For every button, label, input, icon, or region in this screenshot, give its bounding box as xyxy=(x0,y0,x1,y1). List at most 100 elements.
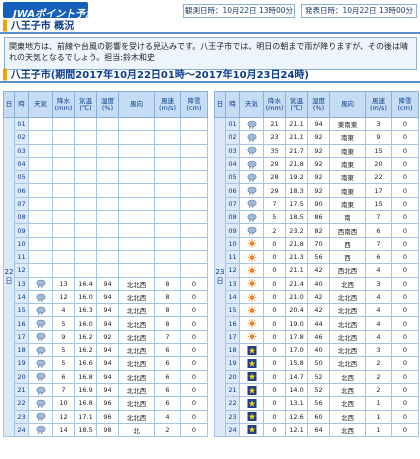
cell-temp: 21.1 xyxy=(285,116,308,132)
cell-wind-dir xyxy=(118,116,155,132)
header-hour: 時 xyxy=(225,91,240,118)
cell-humidity: 94 xyxy=(96,303,119,318)
table-row: 19 5 16.6 94 北北西 6 0 xyxy=(4,356,208,371)
cell-precip: 14 xyxy=(52,422,75,438)
cell-hour: 04 xyxy=(225,156,240,172)
cell-hour: 23 xyxy=(14,409,29,424)
cell-humidity: 92 xyxy=(96,329,119,345)
moon-icon xyxy=(247,385,257,395)
cell-wind-speed xyxy=(154,249,181,265)
cell-humidity: 60 xyxy=(307,409,330,424)
cell-wind-dir: 南東 xyxy=(329,130,366,145)
cell-humidity xyxy=(96,223,119,238)
cell-weather xyxy=(239,276,264,291)
cell-wind-speed: 2 xyxy=(154,422,181,438)
cell-humidity: 94 xyxy=(96,276,119,291)
cell-precip: 0 xyxy=(263,249,286,265)
cell-snow: 0 xyxy=(391,422,419,438)
cell-weather xyxy=(28,316,53,331)
cell-wind-speed xyxy=(154,170,181,185)
table-row: 15 4 16.3 94 北北西 8 0 xyxy=(4,303,208,318)
rain-icon xyxy=(36,293,46,302)
cell-wind-dir xyxy=(118,196,155,212)
table-row: 03 35 21.7 92 南東 15 0 xyxy=(215,143,419,158)
cell-wind-speed xyxy=(154,263,181,278)
cell-wind-dir: 北北西 xyxy=(329,303,366,318)
cell-temp: 21.8 xyxy=(285,236,308,251)
cell-wind-speed: 20 xyxy=(365,156,392,172)
cell-temp: 15.8 xyxy=(285,356,308,371)
header-hour: 時 xyxy=(14,91,29,118)
cell-snow xyxy=(180,249,208,265)
forecast-table-day2: 日時天気 降水 (mm) 気温 (℃) 湿度 (%) 風向 風速 (m/s) 降雪 (cm) 23日 01… xyxy=(214,91,419,438)
cell-humidity: 92 xyxy=(307,143,330,158)
cell-wind-speed: 7 xyxy=(154,329,181,345)
cell-wind-dir: 北北西 xyxy=(329,329,366,345)
cell-precip xyxy=(52,143,75,158)
table-row: 05 xyxy=(4,170,208,185)
cell-weather xyxy=(239,263,264,278)
published-datetime: 発表日時：10月22日 13時00分 xyxy=(301,4,417,18)
logo-text: JWAポイント予測 xyxy=(13,9,96,20)
table-row: 23 0 12.6 60 北西 1 0 xyxy=(215,409,419,424)
cell-hour: 14 xyxy=(14,289,29,305)
cell-wind-dir: 北北西 xyxy=(118,396,155,411)
cell-snow xyxy=(180,223,208,238)
cell-humidity: 94 xyxy=(307,116,330,132)
cell-weather xyxy=(239,116,264,132)
cell-weather xyxy=(28,223,53,238)
sun-icon xyxy=(247,332,257,342)
cell-wind-speed: 2 xyxy=(365,382,392,398)
cell-precip: 12 xyxy=(52,409,75,424)
cell-wind-dir: 北北西 xyxy=(118,303,155,318)
cell-wind-dir: 北北西 xyxy=(329,289,366,305)
cell-hour: 09 xyxy=(14,223,29,238)
table-row: 24 0 12.1 64 北西 1 0 xyxy=(215,422,419,438)
table-row: 06 29 18.3 92 南東 17 0 xyxy=(215,183,419,198)
cell-weather xyxy=(239,289,264,305)
cell-precip: 7 xyxy=(263,196,286,212)
cell-wind-dir xyxy=(118,156,155,172)
cell-weather xyxy=(28,356,53,371)
cell-temp: 18.5 xyxy=(285,210,308,225)
cell-hour: 18 xyxy=(225,343,240,358)
table-row: 13 13 16.4 94 北北西 8 0 xyxy=(4,276,208,291)
rain-icon xyxy=(247,133,257,142)
cell-precip xyxy=(52,210,75,225)
cell-weather xyxy=(28,369,53,384)
cell-temp: 18.3 xyxy=(285,183,308,198)
cell-humidity: 92 xyxy=(307,183,330,198)
cell-weather xyxy=(28,276,53,291)
table-row: 18 0 17.0 40 北北西 3 0 xyxy=(215,343,419,358)
cell-wind-dir: 北北西 xyxy=(329,343,366,358)
cell-precip: 5 xyxy=(52,356,75,371)
cell-precip xyxy=(52,249,75,265)
cell-wind-speed xyxy=(154,223,181,238)
jwa-logo: JWAポイント予測 xyxy=(3,2,95,20)
cell-precip xyxy=(52,116,75,132)
cell-wind-dir: 東南東 xyxy=(329,116,366,132)
cell-hour: 12 xyxy=(225,263,240,278)
cell-humidity xyxy=(96,236,119,251)
cell-temp: 13.1 xyxy=(285,396,308,411)
table-row: 17 0 17.8 46 北北西 4 0 xyxy=(215,329,419,345)
cell-weather xyxy=(28,236,53,251)
cell-snow: 0 xyxy=(180,303,208,318)
cell-snow: 0 xyxy=(180,356,208,371)
cell-snow: 0 xyxy=(391,196,419,212)
rain-icon xyxy=(36,425,46,435)
cell-precip: 9 xyxy=(52,329,75,345)
cell-wind-dir: 西 xyxy=(329,236,366,251)
cell-temp xyxy=(74,236,97,251)
cell-humidity: 90 xyxy=(307,196,330,212)
cell-precip: 0 xyxy=(263,396,286,411)
cell-temp: 21.1 xyxy=(285,130,308,145)
cell-temp: 16.8 xyxy=(74,369,97,384)
cell-temp: 14.7 xyxy=(285,369,308,384)
cell-humidity: 46 xyxy=(307,329,330,345)
rain-icon xyxy=(36,372,46,382)
cell-hour: 15 xyxy=(14,303,29,318)
cell-precip: 0 xyxy=(263,422,286,438)
heading-bullet-icon: ▌ xyxy=(3,21,11,32)
cell-wind-speed: 3 xyxy=(365,116,392,132)
